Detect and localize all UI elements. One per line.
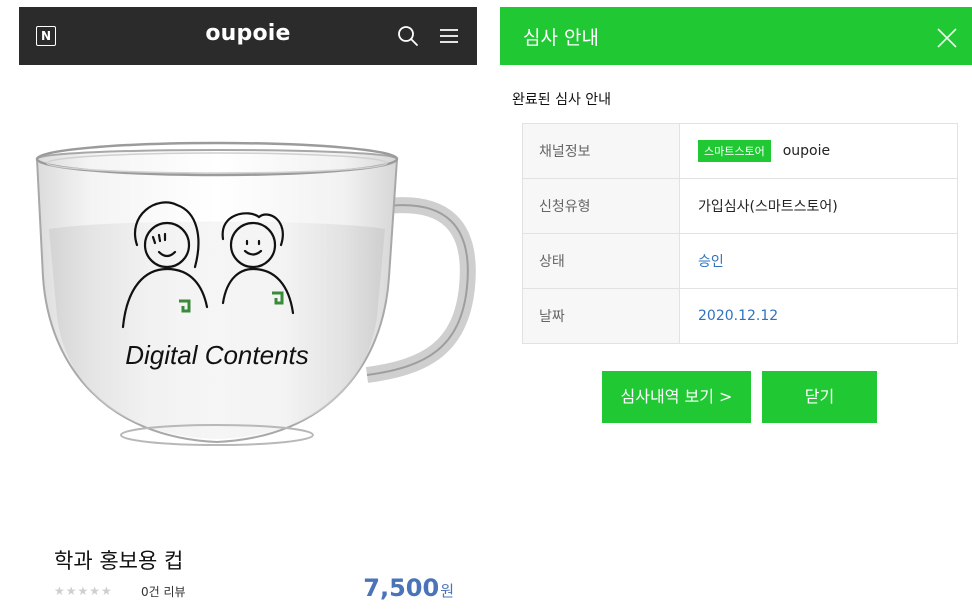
product-page: N oupoie Digital Contents 학과 홍보용 컵 ★★★★★…	[19, 7, 477, 612]
store-top-bar: N oupoie	[19, 7, 477, 65]
review-dialog: 심사 안내 완료된 심사 안내 채널정보 스마트스토어 oupoie 신청유형 가…	[500, 7, 972, 612]
table-row: 신청유형 가입심사(스마트스토어)	[522, 178, 958, 234]
row-key-date: 날짜	[522, 288, 680, 344]
dialog-header: 심사 안내	[500, 7, 972, 65]
row-key-channel: 채널정보	[522, 123, 680, 179]
row-value-channel: 스마트스토어 oupoie	[679, 123, 958, 179]
review-count-link[interactable]: 0건 리뷰	[141, 583, 186, 600]
channel-name: oupoie	[782, 143, 831, 159]
price-currency: 원	[440, 582, 454, 600]
row-key-type: 신청유형	[522, 178, 680, 234]
menu-icon[interactable]	[438, 25, 460, 47]
table-row: 채널정보 스마트스토어 oupoie	[522, 123, 958, 179]
review-info-table: 채널정보 스마트스토어 oupoie 신청유형 가입심사(스마트스토어) 상태 승…	[522, 123, 958, 344]
table-row: 상태 승인	[522, 233, 958, 289]
product-price: 7,500원	[363, 574, 454, 602]
product-image[interactable]: Digital Contents	[27, 117, 477, 477]
view-history-button[interactable]: 심사내역 보기 >	[602, 371, 751, 423]
search-icon[interactable]	[397, 25, 419, 47]
close-icon[interactable]	[936, 27, 958, 49]
close-button[interactable]: 닫기	[762, 371, 877, 423]
rating-stars-icon: ★★★★★	[54, 584, 113, 598]
row-value-type: 가입심사(스마트스토어)	[679, 178, 958, 234]
dialog-title: 심사 안내	[523, 27, 599, 49]
row-value-status: 승인	[679, 233, 958, 289]
row-value-date: 2020.12.12	[679, 288, 958, 344]
product-name: 학과 홍보용 컵	[54, 549, 184, 573]
mug-print-text: Digital Contents	[125, 340, 309, 370]
table-row: 날짜 2020.12.12	[522, 288, 958, 344]
smartstore-badge: 스마트스토어	[698, 140, 771, 162]
row-key-status: 상태	[522, 233, 680, 289]
price-value: 7,500	[363, 574, 440, 602]
section-label: 완료된 심사 안내	[512, 92, 612, 108]
